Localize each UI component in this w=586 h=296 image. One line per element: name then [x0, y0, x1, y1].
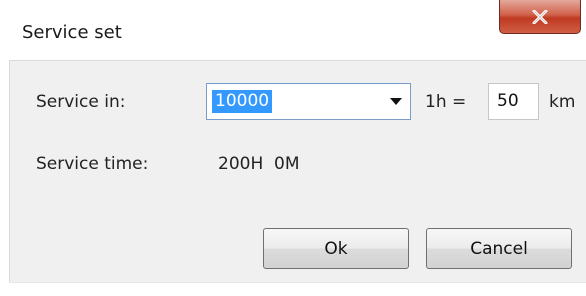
- service-in-combobox[interactable]: 10000: [206, 83, 411, 120]
- km-per-hour-input[interactable]: 50: [488, 83, 539, 120]
- ratio-unit-label: km: [549, 92, 576, 112]
- ok-button[interactable]: Ok: [263, 228, 409, 269]
- close-x-icon: [532, 9, 548, 24]
- service-time-value: 200H 0M: [218, 154, 300, 174]
- service-set-dialog: Service set Service in: 10000 1h = 50 km…: [0, 0, 586, 296]
- window-title: Service set: [22, 22, 122, 43]
- service-in-label: Service in:: [36, 92, 126, 112]
- ratio-prefix-label: 1h =: [425, 92, 467, 112]
- dropdown-arrow-icon[interactable]: [390, 98, 402, 105]
- close-button[interactable]: [499, 0, 581, 34]
- title-bar: Service set: [0, 0, 586, 60]
- service-time-label: Service time:: [36, 154, 149, 174]
- cancel-button[interactable]: Cancel: [426, 228, 572, 269]
- service-in-selected-value[interactable]: 10000: [212, 90, 273, 113]
- panel-divider: [9, 282, 586, 283]
